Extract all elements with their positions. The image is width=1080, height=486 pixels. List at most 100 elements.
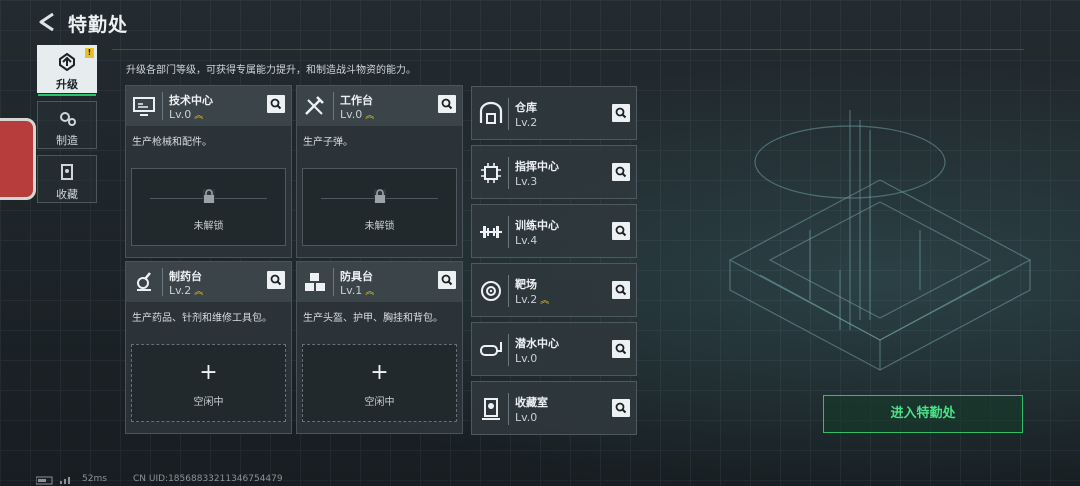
lock-icon [374,189,386,203]
room-name: 仓库 [515,101,537,114]
room-divider [508,275,509,307]
department-description: 生产子弹。 [303,137,353,148]
alert-badge: ! [85,48,94,58]
search-icon[interactable] [612,163,630,181]
search-icon[interactable] [438,271,456,289]
add-icon: + [370,360,389,385]
upgrade-chevron-icon: ︽ [540,296,550,306]
room-level: Lv.2 [515,116,538,129]
room-diving-center[interactable]: 潜水中心 Lv.0 [471,322,637,376]
production-slot-idle[interactable]: + 空闲中 [302,344,457,422]
department-name: 防具台 [340,270,373,283]
department-card-pharmacy[interactable]: 制药台 Lv.2 ︽ 生产药品、针剂和维修工具包。 + 空闲中 [125,261,292,434]
search-icon[interactable] [612,104,630,122]
room-name: 靶场 [515,278,537,291]
card-divider [333,92,334,120]
production-slot-locked: 未解锁 [302,168,457,246]
card-header: 技术中心 Lv.0 ︽ [126,86,291,126]
room-divider [508,216,509,248]
department-name: 技术中心 [169,94,213,107]
department-description: 生产药品、针剂和维修工具包。 [132,313,272,324]
gears-icon [60,112,76,126]
card-divider [162,92,163,120]
department-name: 制药台 [169,270,202,283]
room-command-center[interactable]: 指挥中心 Lv.3 [471,145,637,199]
production-slot-idle[interactable]: + 空闲中 [131,344,286,422]
department-card-workbench[interactable]: 工作台 Lv.0 ︽ 生产子弹。 未解锁 [296,85,463,258]
department-level: Lv.2 [169,284,192,297]
sidebar-item-upgrade[interactable]: ! 升级 [37,45,97,96]
slot-status: 空闲中 [364,397,395,408]
section-description: 升级各部门等级，可获得专属能力提升，和制造战斗物资的能力。 [126,65,416,76]
add-icon: + [199,360,218,385]
sidebar-item-collection[interactable]: 收藏 [37,155,97,203]
search-icon[interactable] [612,399,630,417]
search-icon[interactable] [267,95,285,113]
search-icon[interactable] [438,95,456,113]
collection-icon [61,164,73,180]
header-divider [112,49,1024,50]
room-level: Lv.3 [515,175,538,188]
active-indicator [38,94,96,96]
search-icon[interactable] [267,271,285,289]
sidebar-item-label: 制造 [56,134,78,147]
search-icon[interactable] [612,222,630,240]
room-collection-room[interactable]: 收藏室 Lv.0 [471,381,637,435]
upgrade-chevron-icon: ︽ [365,287,375,297]
room-training-center[interactable]: 训练中心 Lv.4 [471,204,637,258]
slot-status: 未解锁 [193,221,224,232]
sidebar-item-label: 收藏 [56,188,78,201]
room-level: Lv.2 [515,293,538,306]
upgrade-chevron-icon: ︽ [194,287,204,297]
collection-room-icon [482,398,500,420]
department-description: 生产头盔、护甲、胸挂和背包。 [303,313,443,324]
search-icon[interactable] [612,281,630,299]
department-card-tech-center[interactable]: 技术中心 Lv.0 ︽ 生产枪械和配件。 未解锁 [125,85,292,258]
card-header: 制药台 Lv.2 ︽ [126,262,291,302]
department-card-armor-bench[interactable]: 防具台 Lv.1 ︽ 生产头盔、护甲、胸挂和背包。 + 空闲中 [296,261,463,434]
room-name: 指挥中心 [515,160,559,173]
production-slot-locked: 未解锁 [131,168,286,246]
room-warehouse[interactable]: 仓库 Lv.2 [471,86,637,140]
room-shooting-range[interactable]: 靶场 Lv.2 ︽ [471,263,637,317]
decorative-logo [0,118,36,200]
search-icon[interactable] [612,340,630,358]
card-header: 工作台 Lv.0 ︽ [297,86,462,126]
back-arrow-icon[interactable] [36,11,58,33]
room-level: Lv.4 [515,234,538,247]
room-name: 训练中心 [515,219,559,232]
workbench-icon [305,96,324,115]
room-level-row: Lv.2 ︽ [515,293,549,306]
room-name: 收藏室 [515,396,548,409]
room-level: Lv.0 [515,352,538,365]
battery-signal-icon [36,476,70,485]
department-level: Lv.1 [340,284,363,297]
upgrade-chevron-icon: ︽ [365,111,375,121]
sidebar-item-manufacture[interactable]: 制造 [37,101,97,149]
department-level: Lv.0 [340,108,363,121]
department-level: Lv.0 [169,108,192,121]
department-name: 工作台 [340,94,373,107]
upgrade-icon [59,53,75,71]
enter-special-ops-button[interactable]: 进入特勤处 [823,395,1023,433]
lock-icon [203,189,215,203]
department-level-row: Lv.1 ︽ [340,284,374,297]
room-divider [508,98,509,130]
page-title: 特勤处 [68,14,129,36]
base-hologram-illustration [728,110,1032,371]
upgrade-chevron-icon: ︽ [194,111,204,121]
department-level-row: Lv.2 ︽ [169,284,203,297]
user-id: CN UID:18568833211346754479 [133,474,283,484]
armor-bench-icon [305,273,325,291]
card-divider [333,268,334,296]
room-divider [508,334,509,366]
command-center-icon [481,163,501,183]
department-description: 生产枪械和配件。 [132,137,212,148]
department-level-row: Lv.0 ︽ [169,108,203,121]
card-divider [162,268,163,296]
warehouse-icon [479,101,503,124]
room-divider [508,157,509,189]
card-header: 防具台 Lv.1 ︽ [297,262,462,302]
sidebar-item-label: 升级 [56,78,78,91]
training-center-icon [480,226,502,238]
